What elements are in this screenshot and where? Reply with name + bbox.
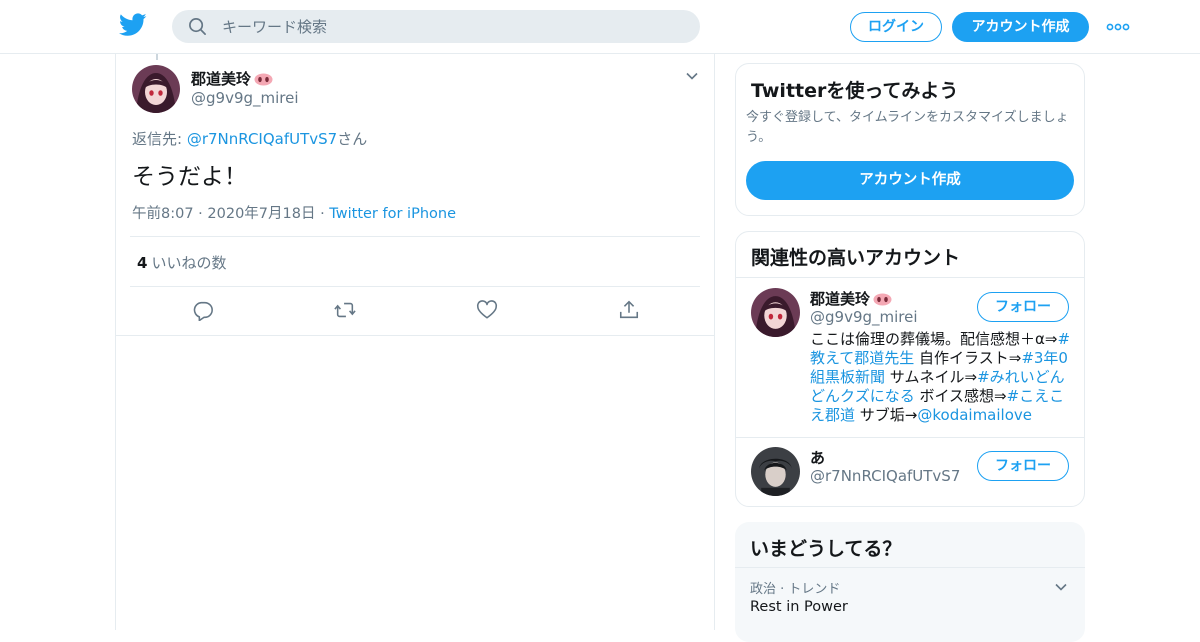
share-icon[interactable] — [618, 299, 640, 321]
reply-to-line: 返信先: @r7NnRCIQafUTvS7さん — [132, 128, 367, 149]
search-icon — [189, 18, 206, 35]
signup-card-description: 今すぐ登録して、タイムラインをカスタマイズしましょう。 — [746, 110, 1069, 145]
signup-card-title: Twitterを使ってみよう — [751, 80, 959, 102]
like-heart-icon[interactable] — [476, 299, 498, 321]
retweet-icon[interactable] — [334, 299, 356, 321]
divider — [736, 437, 1084, 438]
trend-category: 政治 · トレンド — [750, 582, 841, 597]
twitter-bird-icon[interactable] — [119, 13, 147, 37]
divider — [130, 236, 700, 237]
account-avatar[interactable] — [751, 447, 800, 496]
like-count-row[interactable]: 4 いいねの数 — [137, 252, 226, 273]
tweet-metadata: 午前8:07 · 2020年7月18日 · Twitter for iPhone — [132, 206, 456, 222]
mention-link[interactable]: @kodaimailove — [917, 406, 1032, 424]
login-button[interactable]: ログイン — [850, 12, 942, 42]
like-count-label: いいねの数 — [151, 254, 227, 272]
follow-button[interactable]: フォロー — [977, 292, 1069, 322]
bio-text: サブ垢→ — [855, 406, 918, 424]
bio-text: ボイス感想⇒ — [914, 387, 1007, 405]
chevron-down-icon[interactable] — [684, 68, 700, 84]
top-navigation-bar: ログイン アカウント作成 — [0, 0, 1200, 54]
tweet-actions — [116, 299, 714, 323]
reply-icon[interactable] — [192, 299, 214, 321]
divider — [130, 286, 700, 287]
tweet-text: そうだよ！ — [132, 164, 247, 190]
divider — [116, 335, 714, 336]
related-accounts-card: 関連性の高いアカウント 郡道美玲 @g9v9g_mirei フォロー ここは倫理… — [735, 231, 1085, 507]
tweet-date[interactable]: 2020年7月18日 — [207, 206, 315, 222]
reply-prefix: 返信先: — [132, 130, 187, 148]
create-account-button[interactable]: アカウント作成 — [746, 161, 1074, 200]
author-avatar[interactable] — [132, 65, 180, 113]
divider — [736, 277, 1084, 278]
author-name-text[interactable]: 郡道美玲 — [191, 70, 251, 88]
thread-connector-line — [156, 54, 158, 60]
account-avatar[interactable] — [751, 288, 800, 337]
search-bar[interactable] — [172, 10, 700, 43]
trends-title: いまどうしてる？ — [750, 538, 902, 560]
follow-button[interactable]: フォロー — [977, 451, 1069, 481]
reply-suffix: さん — [337, 130, 368, 148]
trend-item[interactable]: Rest in Power — [750, 599, 848, 615]
tweet-detail-column: 郡道美玲 @g9v9g_mirei 返信先: @r7NnRCIQafUTvS7さ… — [115, 54, 715, 630]
bio-text: ここは倫理の葬儀場。配信感想＋α⇒ — [810, 330, 1058, 348]
search-input[interactable] — [222, 10, 682, 43]
pig-nose-emoji-icon — [873, 293, 892, 306]
account-name[interactable]: あ — [810, 447, 825, 468]
tweet-source-link[interactable]: Twitter for iPhone — [329, 206, 456, 222]
like-count: 4 — [137, 254, 148, 272]
tweet-time[interactable]: 午前8:07 — [132, 206, 194, 222]
signup-card: Twitterを使ってみよう 今すぐ登録して、タイムラインをカスタマイズしましょ… — [735, 63, 1085, 216]
bio-text: 自作イラスト⇒ — [914, 349, 1022, 367]
divider — [735, 567, 1085, 568]
trends-card: いまどうしてる？ 政治 · トレンド Rest in Power — [735, 522, 1085, 642]
account-name[interactable]: 郡道美玲 — [810, 288, 892, 309]
pig-nose-emoji-icon — [254, 73, 273, 86]
author-handle[interactable]: @g9v9g_mirei — [191, 89, 299, 107]
bio-text: サムネイル⇒ — [885, 368, 978, 386]
chevron-down-icon[interactable] — [1053, 579, 1069, 595]
more-dots-icon[interactable] — [1106, 16, 1130, 38]
account-name-text[interactable]: 郡道美玲 — [810, 290, 870, 308]
account-bio: ここは倫理の葬儀場。配信感想＋α⇒#教えて郡道先生 自作イラスト⇒#3年0組黒板… — [810, 330, 1072, 425]
reply-to-link[interactable]: @r7NnRCIQafUTvS7 — [187, 130, 337, 148]
account-handle[interactable]: @g9v9g_mirei — [810, 308, 918, 326]
signup-button[interactable]: アカウント作成 — [952, 12, 1089, 42]
author-name[interactable]: 郡道美玲 — [191, 68, 273, 89]
related-accounts-title: 関連性の高いアカウント — [751, 247, 961, 269]
account-handle[interactable]: @r7NnRCIQafUTvS7 — [810, 467, 960, 485]
